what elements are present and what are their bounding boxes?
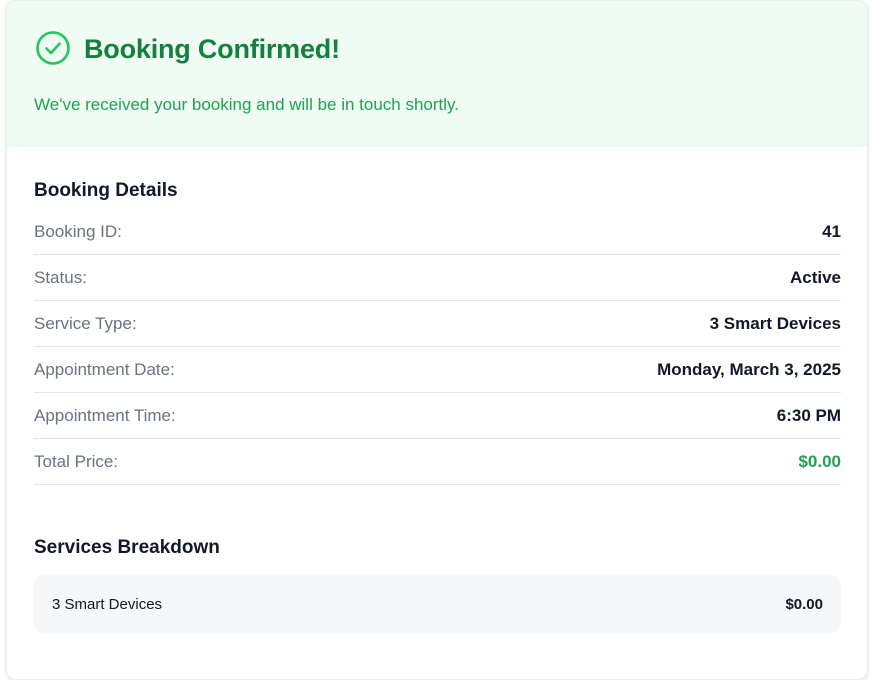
detail-row-appointment-time: Appointment Time: 6:30 PM: [34, 393, 841, 439]
booking-id-label: Booking ID:: [34, 221, 122, 241]
booking-id-value: 41: [822, 221, 841, 241]
appointment-date-value: Monday, March 3, 2025: [657, 359, 841, 379]
breakdown-item: 3 Smart Devices $0.00: [34, 575, 841, 633]
detail-row-booking-id: Booking ID: 41: [34, 209, 841, 255]
appointment-date-label: Appointment Date:: [34, 359, 175, 379]
services-breakdown-title: Services Breakdown: [34, 537, 220, 558]
breakdown-item-name: 3 Smart Devices: [52, 595, 163, 613]
check-circle-icon: [36, 31, 70, 65]
booking-details-list: Booking ID: 41 Status: Active Service Ty…: [34, 209, 841, 485]
detail-row-service-type: Service Type: 3 Smart Devices: [34, 301, 841, 347]
status-value: Active: [789, 267, 841, 287]
total-price-label: Total Price:: [34, 451, 119, 471]
detail-row-appointment-date: Appointment Date: Monday, March 3, 2025: [34, 347, 841, 393]
service-type-label: Service Type:: [34, 313, 137, 333]
service-type-value: 3 Smart Devices: [709, 313, 841, 333]
appointment-time-value: 6:30 PM: [776, 405, 841, 425]
detail-row-status: Status: Active: [34, 255, 841, 301]
breakdown-item-amount: $0.00: [785, 595, 823, 613]
confirmation-banner: Booking Confirmed! We've received your b…: [7, 1, 867, 146]
status-label: Status:: [34, 267, 87, 287]
confirmation-subtitle: We've received your booking and will be …: [34, 95, 460, 114]
booking-details-title: Booking Details: [34, 180, 178, 201]
confirmation-title: Booking Confirmed!: [84, 34, 340, 64]
total-price-value: $0.00: [798, 451, 841, 471]
booking-confirmation-card: Booking Confirmed! We've received your b…: [6, 0, 868, 680]
detail-row-total-price: Total Price: $0.00: [34, 439, 841, 485]
appointment-time-label: Appointment Time:: [34, 405, 176, 425]
